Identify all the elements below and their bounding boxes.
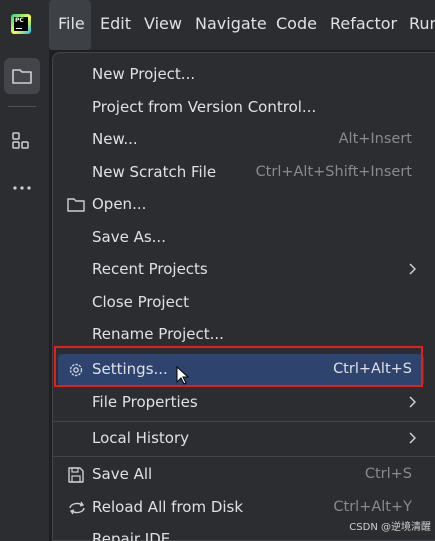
menu-item-save-as[interactable]: Save As...	[53, 222, 435, 254]
menu-item-new[interactable]: New... Alt+Insert	[53, 124, 435, 156]
mouse-cursor-icon	[176, 366, 190, 385]
structure-icon	[12, 132, 29, 149]
menu-item-label: Reload All from Disk	[92, 498, 244, 516]
menu-item-label: New Project...	[92, 65, 196, 83]
shortcut-text: Ctrl+Alt+Y	[333, 499, 412, 515]
menu-item-label: New Scratch File	[92, 163, 217, 181]
menu-edit[interactable]: Edit	[100, 14, 131, 33]
menu-refactor[interactable]: Refactor	[330, 14, 397, 33]
project-tool-button[interactable]	[4, 58, 40, 94]
menu-item-label: Save As...	[92, 228, 166, 246]
chevron-right-icon	[409, 396, 416, 408]
menu-navigate[interactable]: Navigate	[195, 14, 267, 33]
logo-text: PC	[15, 17, 24, 24]
menu-view[interactable]: View	[144, 14, 182, 33]
shortcut-text: Alt+Insert	[338, 131, 412, 147]
menu-item-label: Recent Projects	[92, 260, 208, 278]
menu-item-label: Local History	[92, 429, 190, 447]
menu-separator	[53, 456, 435, 457]
menu-item-recent-projects[interactable]: Recent Projects	[53, 254, 435, 286]
save-icon	[68, 467, 84, 483]
file-menu-dropdown: New Project... Project from Version Cont…	[52, 52, 435, 541]
menu-run[interactable]: Run	[409, 14, 435, 33]
folder-icon	[67, 198, 85, 212]
menu-item-label: Repair IDE	[92, 530, 171, 541]
strip-divider	[8, 106, 36, 107]
chevron-right-icon	[409, 263, 416, 275]
menu-item-new-scratch-file[interactable]: New Scratch File Ctrl+Alt+Shift+Insert	[53, 157, 435, 189]
menu-item-open[interactable]: Open...	[53, 189, 435, 221]
pycharm-logo[interactable]: PC	[11, 14, 31, 34]
menu-separator	[53, 421, 435, 422]
structure-tool-button[interactable]	[4, 122, 40, 158]
more-icon	[13, 186, 31, 190]
menu-item-label: Save All	[92, 465, 153, 483]
menu-code[interactable]: Code	[276, 14, 317, 33]
menu-item-local-history[interactable]: Local History	[53, 423, 435, 455]
menu-item-label: File Properties	[92, 393, 198, 411]
menu-item-save-all[interactable]: Save All Ctrl+S	[53, 459, 435, 491]
menu-item-label: New...	[92, 130, 138, 148]
menu-item-file-properties[interactable]: File Properties	[53, 387, 435, 419]
menu-file[interactable]: File	[49, 0, 91, 50]
menu-item-label: Close Project	[92, 293, 189, 311]
menu-item-new-project[interactable]: New Project...	[53, 59, 435, 91]
shortcut-text: Ctrl+S	[364, 466, 412, 482]
menu-item-close-project[interactable]: Close Project	[53, 287, 435, 319]
shortcut-text: Ctrl+Alt+Shift+Insert	[255, 164, 412, 180]
menu-item-label: Project from Version Control...	[92, 98, 317, 116]
menu-item-label: Open...	[92, 195, 147, 213]
chevron-right-icon	[409, 432, 416, 444]
watermark-text: CSDN @逆境清醒	[349, 522, 431, 533]
annotation-highlight-box	[54, 346, 423, 387]
folder-icon	[12, 69, 32, 84]
menu-item-project-from-vcs[interactable]: Project from Version Control...	[53, 92, 435, 124]
tool-window-strip	[0, 50, 50, 541]
main-menu-bar: PC File Edit View Navigate Code Refactor…	[0, 0, 435, 50]
more-tools-button[interactable]	[4, 170, 40, 206]
menu-item-label: Rename Project...	[92, 325, 224, 343]
reload-icon	[69, 501, 85, 515]
